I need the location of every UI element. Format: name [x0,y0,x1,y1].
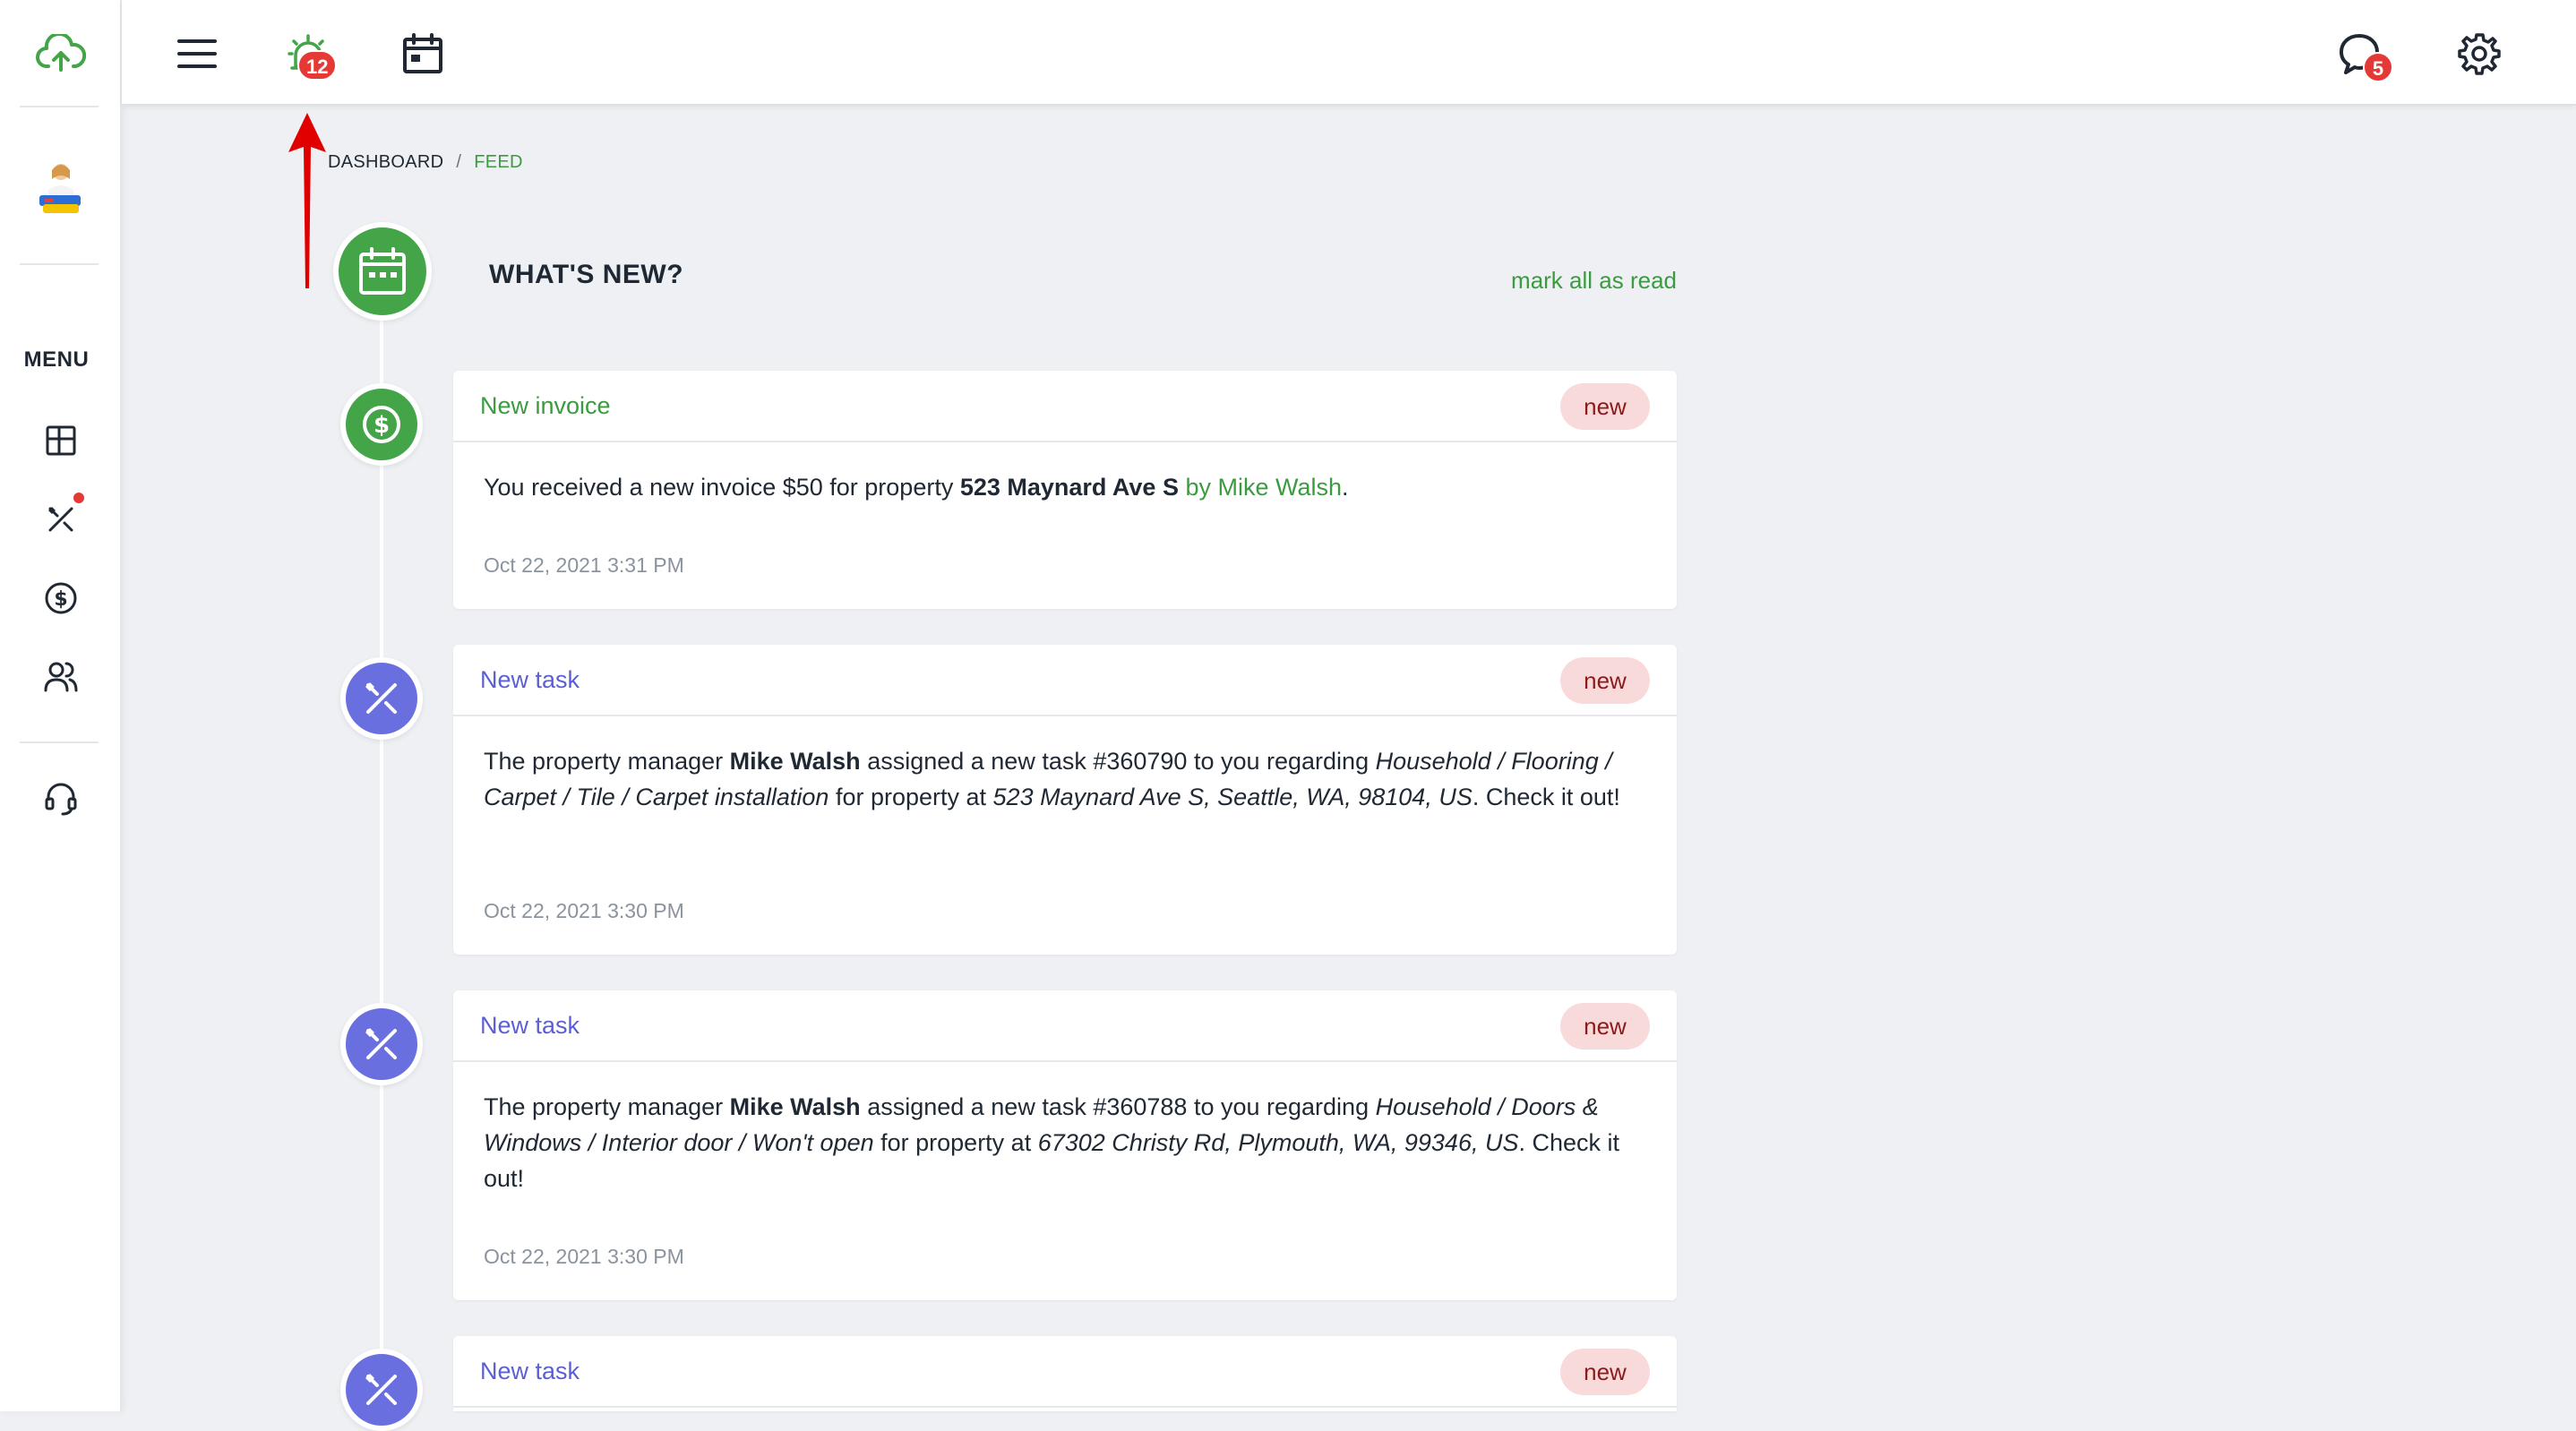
tools-alert-dot [73,493,84,503]
property-address: 523 Maynard Ave S, Seattle, WA, 98104, U… [992,784,1473,810]
breadcrumb-separator: / [456,152,462,172]
avatar[interactable] [34,159,88,222]
top-bar: 12 5 [122,0,2576,106]
sidebar: MENU $ [0,0,122,1411]
calendar-icon[interactable] [394,25,451,82]
feed-item-card: New invoice new You received a new invoi… [453,371,1677,609]
task-tools-icon [340,1003,423,1085]
mark-all-as-read-link[interactable]: mark all as read [1511,267,1677,295]
feed-item-body: The property manager Mike Walsh assigned… [453,716,1677,815]
users-icon[interactable] [36,652,86,702]
sidebar-divider [20,741,99,743]
feed-item-header: New task new [453,990,1677,1062]
feed-item-body: The property manager Mike Walsh assigned… [453,1062,1677,1196]
new-badge: new [1560,383,1650,430]
page-title: WHAT'S NEW? [489,260,684,289]
body-text: for property at [829,784,993,810]
menu-label: MENU [23,347,90,372]
svg-text:$: $ [54,588,67,611]
body-text: . Check it out! [1472,784,1620,810]
sidebar-divider [20,263,99,265]
feed-item-title[interactable]: New task [480,1358,580,1385]
invoice-dollar-icon: $ [340,383,423,466]
feed-item-header: New invoice new [453,371,1677,442]
new-badge: new [1560,657,1650,704]
feed-item-body: You received a new invoice $50 for prope… [453,442,1677,505]
task-tools-icon [340,657,423,740]
manager-name: Mike Walsh [729,748,861,775]
feed-item-timestamp: Oct 22, 2021 3:31 PM [484,553,684,577]
by-user-link[interactable]: by Mike Walsh [1185,474,1342,501]
cloud-upload-logo-icon[interactable] [36,29,86,79]
task-tools-icon [340,1349,423,1431]
body-text: assigned a new task #360790 to you regar… [860,748,1376,775]
new-badge: new [1560,1349,1650,1395]
annotation-arrow [288,113,326,288]
property-name: 523 Maynard Ave S [959,474,1179,501]
feed-item-title[interactable]: New task [480,1012,580,1040]
feed-item-header: New task new [453,645,1677,716]
hamburger-menu-icon[interactable] [168,25,226,82]
feed-item-title[interactable]: New task [480,666,580,694]
body-text: for property at [873,1129,1038,1156]
feed-item-title[interactable]: New invoice [480,392,611,420]
body-text: The property manager [484,1093,730,1120]
property-address: 67302 Christy Rd, Plymouth, WA, 99346, U… [1037,1129,1519,1156]
feed-item-card: New task new The property manager Mike W… [453,645,1677,955]
body-text: You received a new invoice $50 for prope… [484,474,960,501]
notifications-count-badge: 12 [297,50,338,81]
timeline-line [380,304,383,1411]
feed-item-card: New task new [453,1336,1677,1411]
breadcrumb-current: FEED [474,152,523,172]
body-text: The property manager [484,748,730,775]
body-text: . [1342,474,1349,501]
billing-dollar-icon[interactable]: $ [36,573,86,623]
feed-calendar-icon [333,222,432,321]
dashboard-icon[interactable] [36,416,86,466]
svg-text:$: $ [374,412,390,439]
manager-name: Mike Walsh [729,1093,861,1120]
breadcrumb: DASHBOARD / FEED [328,152,523,173]
settings-gear-icon[interactable] [2451,25,2508,82]
new-badge: new [1560,1003,1650,1050]
sidebar-divider [20,106,99,107]
breadcrumb-dashboard-link[interactable]: DASHBOARD [328,152,443,173]
support-headset-icon[interactable] [36,774,86,824]
feed-item-header: New task new [453,1336,1677,1408]
messages-count-badge: 5 [2363,52,2393,82]
feed-item-card: New task new The property manager Mike W… [453,990,1677,1300]
feed-item-timestamp: Oct 22, 2021 3:30 PM [484,1245,684,1268]
body-text: assigned a new task #360788 to you regar… [860,1093,1376,1120]
feed-item-timestamp: Oct 22, 2021 3:30 PM [484,899,684,922]
